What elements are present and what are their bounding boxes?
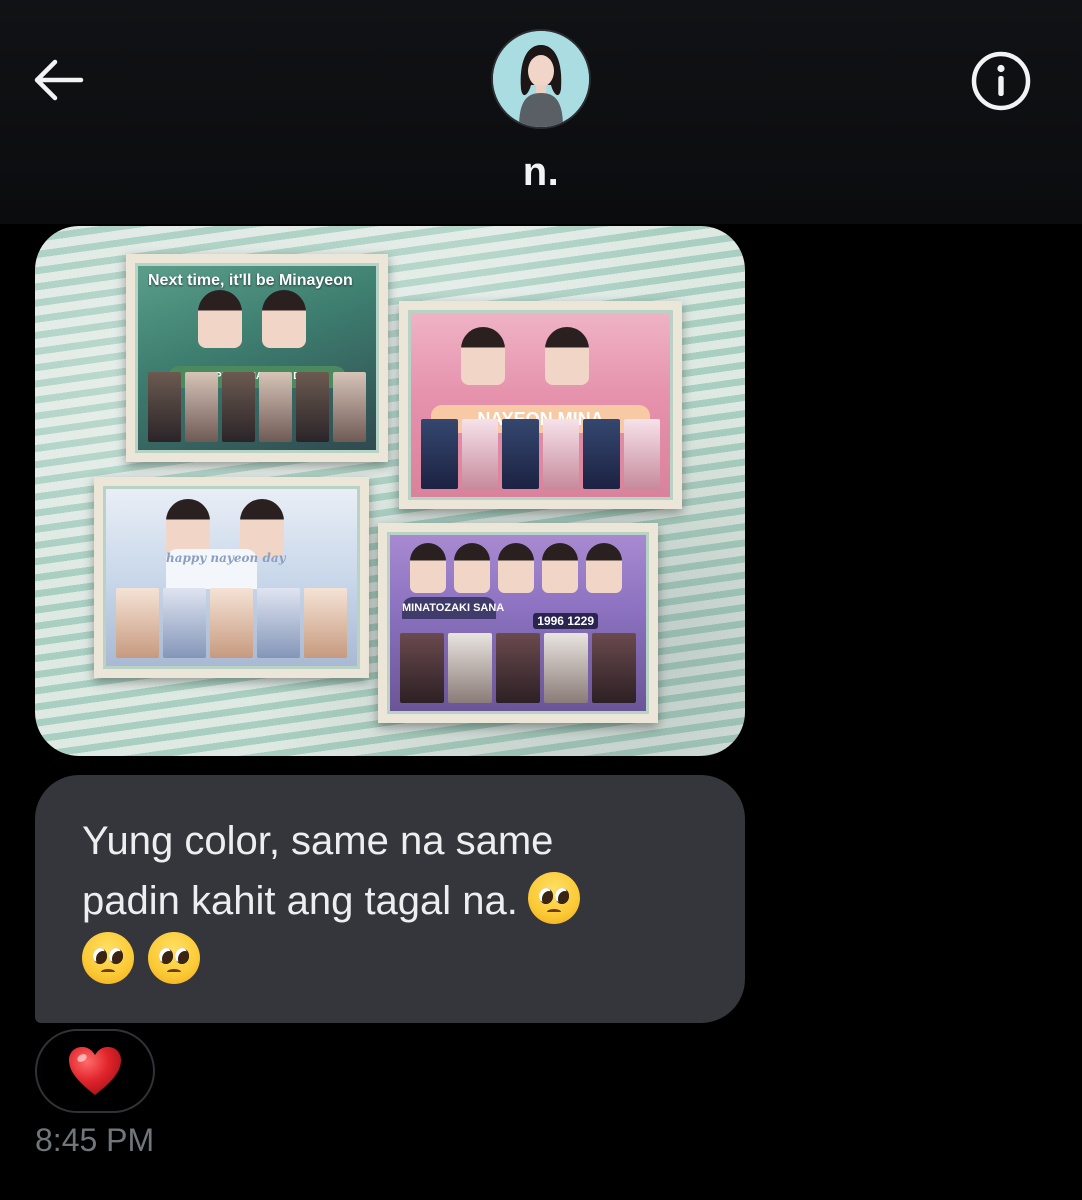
profile-avatar-image	[493, 31, 589, 127]
dm-conversation-screen: n. Next time, it'll be Minayeon HAPPY MI…	[0, 0, 1082, 1200]
photo-frame-3: happy nayeon day	[94, 477, 369, 678]
message-line-2: padin kahit ang tagal na.	[82, 879, 518, 923]
frame-photo-tiles	[148, 372, 366, 442]
message-timestamp: 8:45 PM	[35, 1122, 155, 1158]
photo-message[interactable]: Next time, it'll be Minayeon HAPPY MINAY…	[35, 226, 745, 756]
frame-faces	[461, 327, 589, 385]
info-button[interactable]	[966, 48, 1036, 114]
message-line-1: Yung color, same na same	[82, 819, 554, 863]
frame-ribbon: happy nayeon day	[166, 549, 286, 589]
frame-title: Next time, it'll be Minayeon	[148, 272, 353, 289]
frame-artwork: NAYEON MINA	[411, 313, 670, 497]
frame-date-tag: 1996 1229	[533, 613, 598, 629]
frame-artwork: Next time, it'll be Minayeon HAPPY MINAY…	[138, 266, 376, 450]
conversation-header: n.	[0, 0, 1082, 224]
photo-frame-2: NAYEON MINA	[399, 301, 682, 509]
frame-artwork: happy nayeon day	[106, 489, 357, 666]
photo-frame-1: Next time, it'll be Minayeon HAPPY MINAY…	[126, 254, 388, 462]
pleading-face-emoji	[82, 932, 134, 984]
pleading-face-emoji	[527, 872, 580, 924]
arrow-left-icon	[34, 59, 84, 101]
red-heart-emoji	[69, 1047, 121, 1095]
photo-frame-4: MINATOZAKI SANA 1996 1229	[378, 523, 658, 723]
frame-photo-tiles	[400, 633, 636, 703]
contact-name[interactable]: n.	[0, 150, 1082, 195]
avatar[interactable]	[491, 29, 591, 129]
frame-photo-tiles	[116, 588, 347, 658]
frame-ribbon: MINATOZAKI SANA	[402, 597, 504, 619]
frame-faces	[198, 290, 306, 348]
frame-faces	[410, 543, 622, 593]
text-message-bubble[interactable]: Yung color, same na same padin kahit ang…	[35, 775, 745, 1023]
frame-artwork: MINATOZAKI SANA 1996 1229	[390, 535, 646, 711]
reaction-pill[interactable]	[35, 1029, 155, 1113]
back-button[interactable]	[28, 52, 88, 108]
info-circle-icon	[971, 51, 1031, 111]
emoji-line	[82, 931, 697, 991]
frame-photo-tiles	[421, 419, 660, 489]
pleading-face-emoji	[148, 932, 200, 984]
